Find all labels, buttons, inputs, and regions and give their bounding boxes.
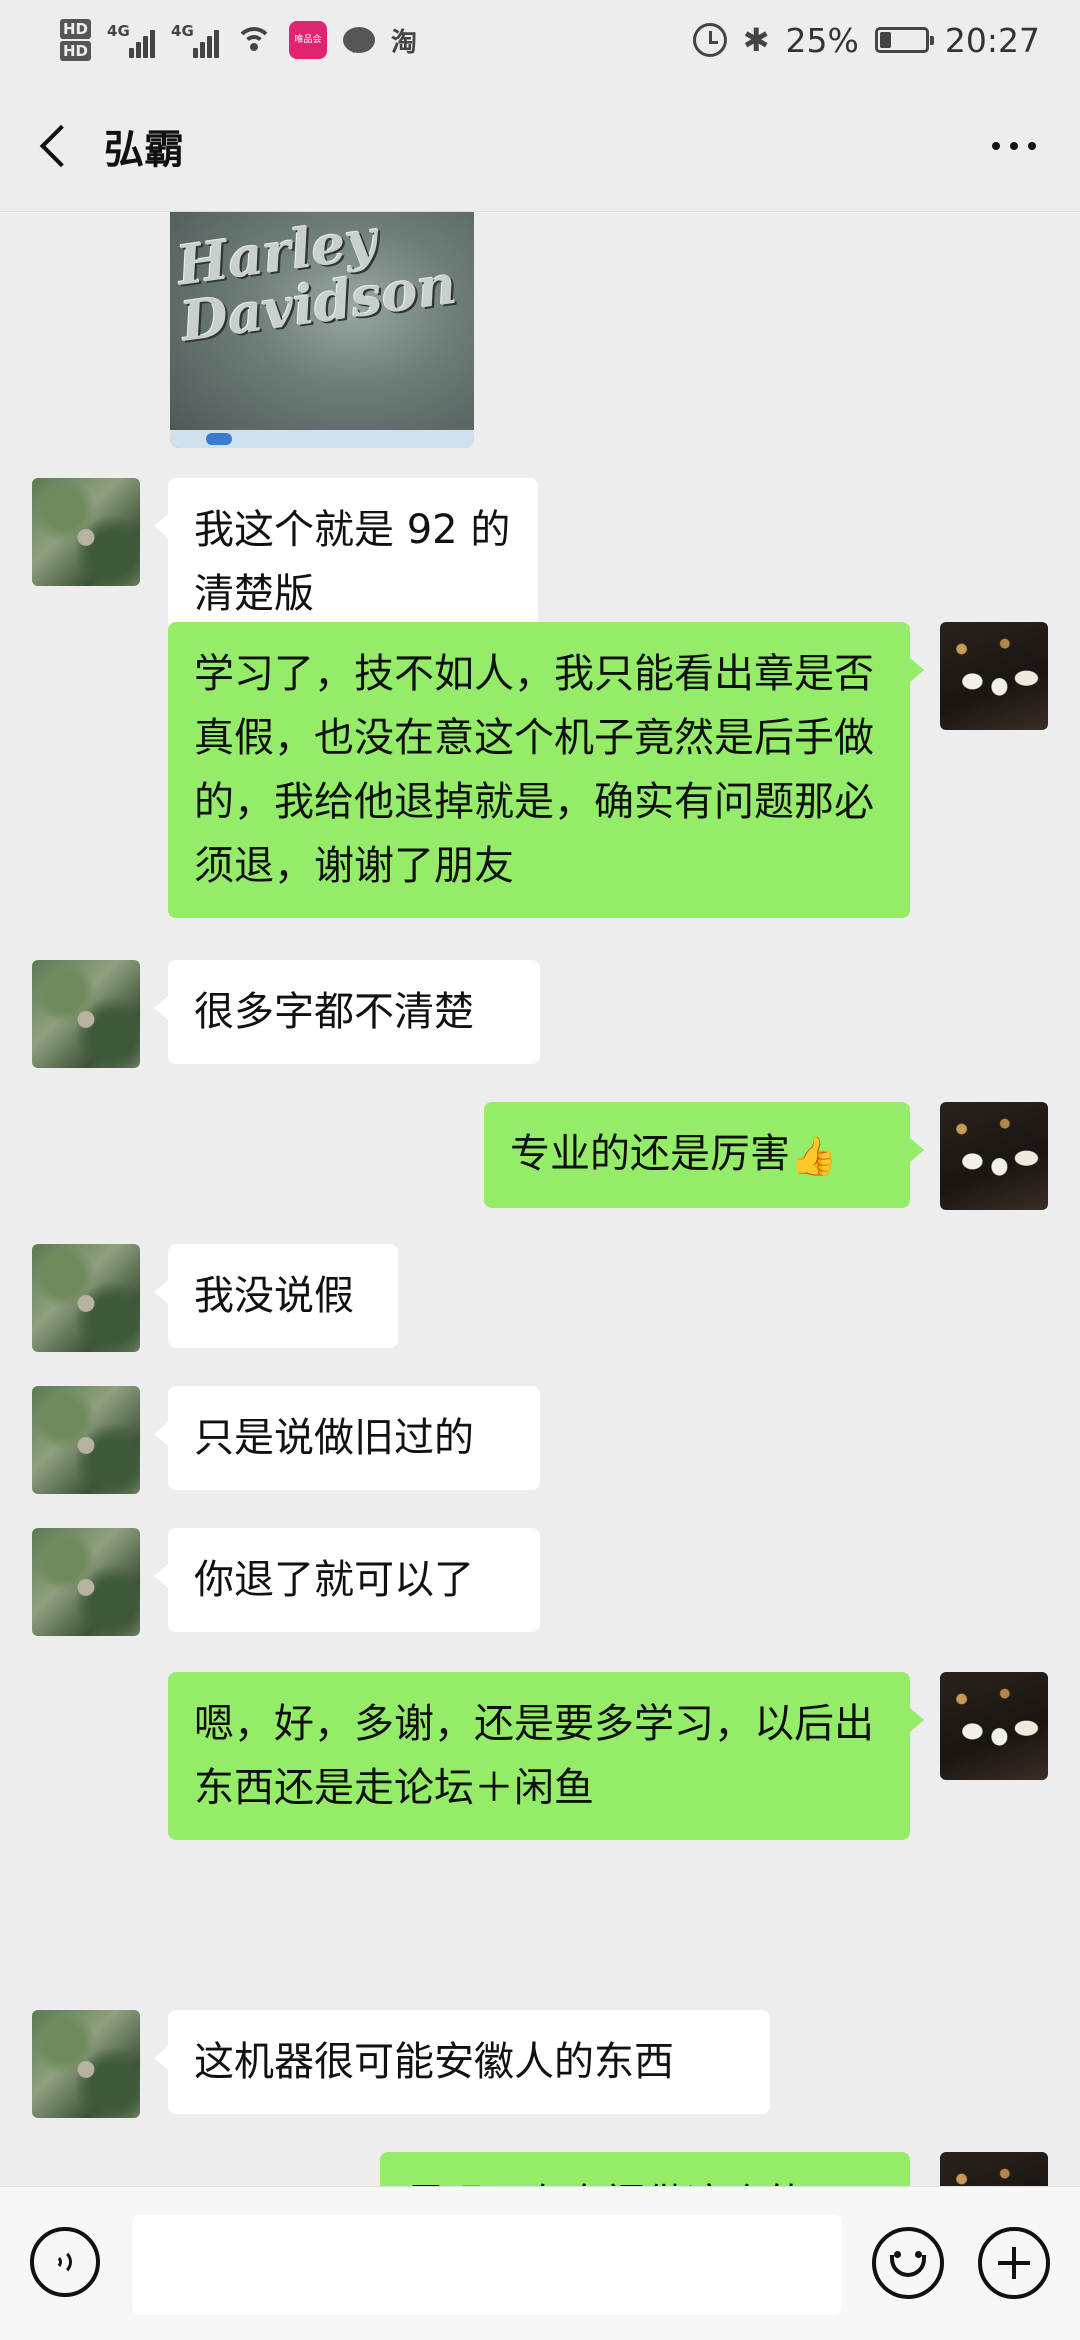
more-dots-icon xyxy=(992,141,1000,150)
contact-avatar[interactable] xyxy=(32,1244,140,1352)
signal-icon-2: 4G xyxy=(171,22,220,58)
net1-label: 4G xyxy=(107,22,130,40)
hd-indicator: HD HD xyxy=(60,18,92,62)
message-text: 学习了，技不如人，我只能看出章是否真假，也没在意这个机子竟然是后手做的，我给他退… xyxy=(194,651,874,889)
status-right: ✱ 25% 20:27 xyxy=(692,20,1040,60)
more-button[interactable] xyxy=(992,141,1036,150)
battery-percent: 25% xyxy=(785,20,859,60)
alarm-icon xyxy=(692,23,727,57)
net2-label: 4G xyxy=(171,22,194,40)
sent-message-bubble[interactable]: 嗯，好，多谢，还是要多学习，以后出东西还是走论坛＋闲鱼 xyxy=(168,1672,924,1840)
plus-button[interactable] xyxy=(978,2227,1050,2299)
message-icon xyxy=(343,27,376,53)
chevron-left-icon xyxy=(39,124,83,167)
image-message[interactable]: Harley Davidson xyxy=(170,212,474,448)
message-list[interactable]: Harley Davidson 我这个就是 92 的 清楚版学习了，技不如人，我… xyxy=(0,212,1080,2186)
received-message-bubble[interactable]: 很多字都不清楚 xyxy=(154,960,540,1064)
back-button[interactable] xyxy=(4,80,104,211)
clock: 20:27 xyxy=(944,20,1040,60)
received-message-bubble[interactable]: 我这个就是 92 的 清楚版 xyxy=(154,478,538,646)
received-message-bubble[interactable]: 我没说假 xyxy=(154,1244,398,1348)
message-text: 我没说假 xyxy=(194,1273,354,1319)
signal-icon: 4G xyxy=(107,22,156,58)
status-bar: HD HD 4G 4G 唯品会 淘 ✱ 25% 20:27 xyxy=(0,0,1080,80)
wifi-icon xyxy=(235,25,274,55)
voice-icon xyxy=(54,2249,76,2275)
contact-avatar[interactable] xyxy=(32,960,140,1068)
contact-avatar[interactable] xyxy=(32,2010,140,2118)
my-avatar[interactable] xyxy=(940,622,1048,730)
message-text: 你退了就可以了 xyxy=(194,1557,474,1603)
my-avatar[interactable] xyxy=(940,2152,1048,2186)
voice-button[interactable] xyxy=(30,2227,100,2297)
emoji-icon xyxy=(890,2255,926,2277)
contact-avatar[interactable] xyxy=(32,1528,140,1636)
message-text: 只是说做旧过的 xyxy=(194,1415,474,1461)
contact-avatar[interactable] xyxy=(32,1386,140,1494)
chat-title: 弘霸 xyxy=(104,126,184,173)
hd2-label: HD xyxy=(60,41,92,61)
battery-fill xyxy=(879,32,891,48)
battery-icon xyxy=(874,27,934,53)
message-text: 这机器很可能安徽人的东西 xyxy=(194,2039,674,2085)
sent-message-bubble[interactable]: 专业的还是厉害👍 xyxy=(484,1102,924,1208)
message-input[interactable] xyxy=(132,2215,842,2315)
message-text: 我这个就是 92 的 清楚版 xyxy=(194,507,511,617)
input-bar xyxy=(0,2186,1080,2340)
message-text: 很多字都不清楚 xyxy=(194,989,474,1035)
hd1-label: HD xyxy=(60,19,92,39)
image-engraving: Harley Davidson xyxy=(173,212,471,354)
vipshop-app-icon: 唯品会 xyxy=(289,21,328,59)
app-badge-label: 唯品会 xyxy=(294,35,322,45)
sent-message-bubble[interactable]: 学习了，技不如人，我只能看出章是否真假，也没在意这个机子竟然是后手做的，我给他退… xyxy=(168,622,924,918)
message-text: 嗯，好，多谢，还是要多学习，以后出东西还是走论坛＋闲鱼 xyxy=(194,1701,874,1811)
received-message-bubble[interactable]: 只是说做旧过的 xyxy=(154,1386,540,1490)
my-avatar[interactable] xyxy=(940,1102,1048,1210)
my-avatar[interactable] xyxy=(940,1672,1048,1780)
taobao-icon: 淘 xyxy=(391,27,418,58)
contact-avatar[interactable] xyxy=(32,478,140,586)
sent-message-bubble[interactable]: 是吗，有专门做这个的？ xyxy=(380,2152,910,2186)
chat-header: 弘霸 xyxy=(0,80,1080,212)
received-message-bubble[interactable]: 这机器很可能安徽人的东西 xyxy=(154,2010,770,2114)
received-message-bubble[interactable]: 你退了就可以了 xyxy=(154,1528,540,1632)
bluetooth-icon: ✱ xyxy=(742,21,770,59)
thumbs-up-emoji: 👍 xyxy=(790,1134,838,1178)
message-text: 专业的还是厉害 xyxy=(510,1131,790,1177)
status-left: HD HD 4G 4G 唯品会 淘 xyxy=(60,18,417,62)
emoji-button[interactable] xyxy=(872,2227,944,2299)
image-toolbar xyxy=(170,430,474,448)
